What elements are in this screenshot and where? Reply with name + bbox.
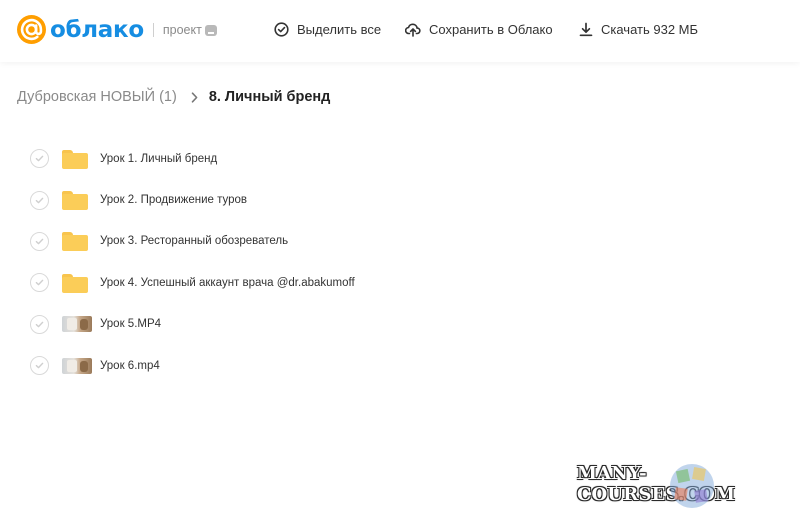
folder-icon <box>62 230 92 252</box>
check-circle-icon <box>274 22 289 37</box>
folder-icon <box>62 272 92 294</box>
chevron-right-icon <box>191 91 198 103</box>
file-name: Урок 4. Успешный аккаунт врача @dr.abaku… <box>100 276 355 289</box>
select-all-button[interactable]: Выделить все <box>274 22 381 37</box>
select-checkbox[interactable] <box>30 190 49 210</box>
file-name: Урок 2. Продвижение туров <box>100 194 248 207</box>
select-all-label: Выделить все <box>297 22 382 37</box>
select-checkbox[interactable] <box>30 231 49 251</box>
folder-icon <box>62 148 92 170</box>
file-name: Урок 5.MP4 <box>100 318 162 331</box>
file-row[interactable]: Урок 3. Ресторанный обозреватель <box>0 221 800 262</box>
download-label: Скачать 932 МБ <box>601 22 699 37</box>
save-to-cloud-button[interactable]: Сохранить в Облако <box>405 22 553 37</box>
breadcrumb: Дубровская НОВЫЙ (1) 8. Личный бренд <box>17 89 330 105</box>
breadcrumb-parent-link[interactable]: Дубровская НОВЫЙ (1) <box>17 89 177 105</box>
video-thumbnail <box>62 313 92 335</box>
check-icon <box>35 280 44 286</box>
select-checkbox[interactable] <box>30 356 49 376</box>
check-icon <box>35 238 44 245</box>
file-row[interactable]: Урок 4. Успешный аккаунт врача @dr.abaku… <box>0 262 800 303</box>
folder-icon <box>62 189 92 211</box>
check-icon <box>35 362 44 369</box>
check-icon <box>35 321 44 328</box>
file-row[interactable]: Урок 2. Продвижение туров <box>0 179 800 220</box>
check-icon <box>35 155 44 162</box>
watermark-globe-icon <box>670 464 714 508</box>
vk-icon <box>204 25 217 36</box>
watermark: MANY-COURSES.COM <box>577 463 800 508</box>
file-list: Урок 1. Личный бренд Урок 2. Продвижение … <box>0 138 800 386</box>
select-checkbox[interactable] <box>30 149 49 169</box>
project-label: проект <box>162 22 202 37</box>
download-button[interactable]: Скачать 932 МБ <box>579 22 698 37</box>
breadcrumb-current: 8. Личный бренд <box>208 89 331 105</box>
file-name: Урок 6.mp4 <box>100 359 160 372</box>
file-name: Урок 3. Ресторанный обозреватель <box>100 235 289 248</box>
file-row[interactable]: Урок 5.MP4 <box>0 304 800 345</box>
brand-name: облако <box>50 16 144 43</box>
select-checkbox[interactable] <box>30 273 49 293</box>
logo-divider <box>152 22 154 37</box>
video-thumbnail <box>62 355 92 377</box>
save-to-cloud-label: Сохранить в Облако <box>429 22 553 37</box>
select-checkbox[interactable] <box>30 314 49 334</box>
check-icon <box>35 197 44 203</box>
download-icon <box>579 22 593 37</box>
cloud-upload-icon <box>405 23 421 37</box>
file-row[interactable]: Урок 6.mp4 <box>0 345 800 386</box>
app-header: облако проект Выделить все Сохранить в О… <box>0 0 800 62</box>
file-name: Урок 1. Личный бренд <box>100 152 218 165</box>
file-row[interactable]: Урок 1. Личный бренд <box>0 138 800 179</box>
cloud-logo[interactable]: облако проект <box>17 15 217 44</box>
at-sign-icon <box>17 15 46 44</box>
